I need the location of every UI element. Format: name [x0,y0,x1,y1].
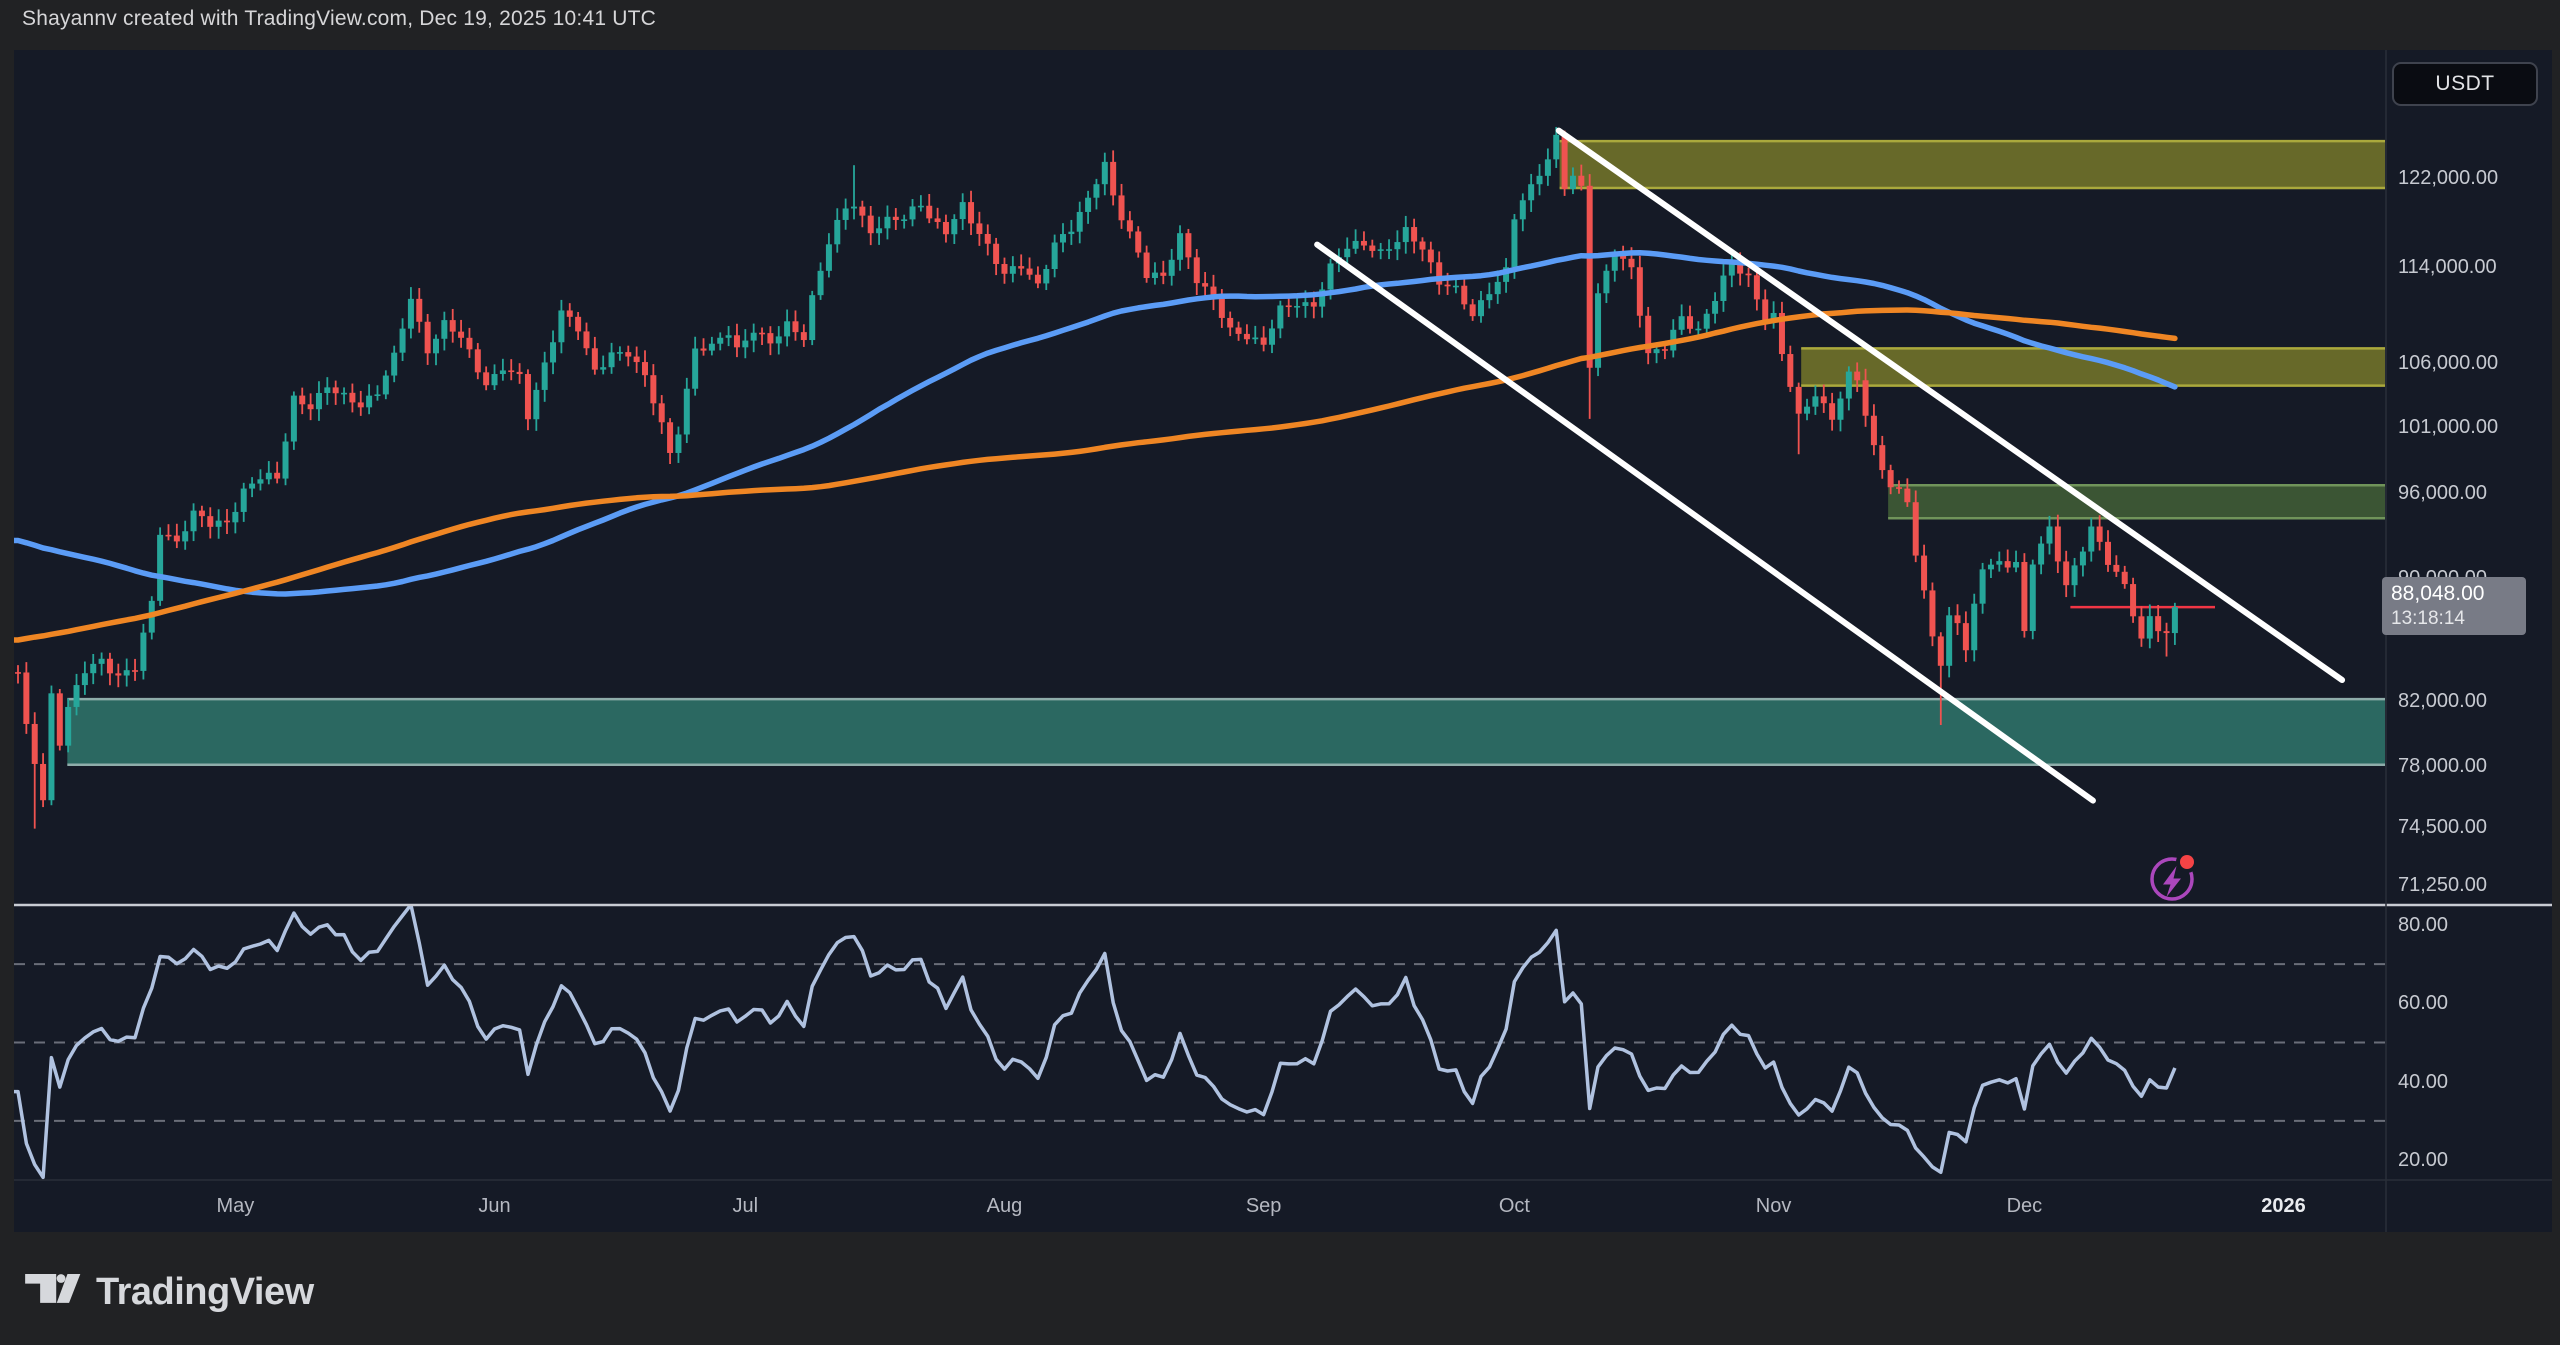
rsi-tick-label: 80.00 [2398,912,2448,938]
resistance-zone-94k-96k[interactable] [1888,485,2385,518]
month-tick-label: May [216,1193,254,1219]
tradingview-wordmark[interactable]: TradingView [96,1271,314,1314]
support-zone-78k-82k[interactable] [67,699,2385,765]
price-tick-label: 71,250.00 [2398,872,2487,898]
price-tick-label: 78,000.00 [2398,753,2487,779]
price-tick-label: 122,000.00 [2398,165,2498,191]
year-tick-label: 2026 [2261,1193,2306,1219]
month-tick-label: Nov [1756,1193,1792,1219]
month-tick-label: Jul [733,1193,759,1219]
chart-widget-background [14,50,2552,1232]
month-tick-label: Aug [987,1193,1023,1219]
price-tick-label: 82,000.00 [2398,688,2487,714]
rsi-tick-label: 60.00 [2398,990,2448,1016]
supply-zone-121k-125k[interactable] [1560,141,2385,188]
month-tick-label: Sep [1246,1193,1282,1219]
price-tick-label: 101,000.00 [2398,414,2498,440]
tradingview-logo-icon[interactable] [25,1274,81,1304]
current-price-value: 88,048.00 [2391,580,2526,607]
price-tick-label: 96,000.00 [2398,480,2487,506]
month-tick-label: Oct [1499,1193,1530,1219]
month-tick-label: Dec [2007,1193,2043,1219]
current-price-badge: 88,048.00 13:18:14 [2382,577,2526,635]
supply-zone-104k-107k[interactable] [1801,348,2385,385]
bar-countdown: 13:18:14 [2391,607,2526,631]
month-tick-label: Jun [478,1193,510,1219]
price-tick-label: 74,500.00 [2398,814,2487,840]
rsi-tick-label: 40.00 [2398,1069,2448,1095]
rsi-tick-label: 20.00 [2398,1147,2448,1173]
price-chart-canvas[interactable] [0,0,2560,1345]
quote-currency-button[interactable]: USDT [2392,62,2538,106]
tradingview-chart-screenshot: Shayannv created with TradingView.com, D… [0,0,2560,1345]
price-tick-label: 106,000.00 [2398,350,2498,376]
price-tick-label: 114,000.00 [2398,254,2497,280]
